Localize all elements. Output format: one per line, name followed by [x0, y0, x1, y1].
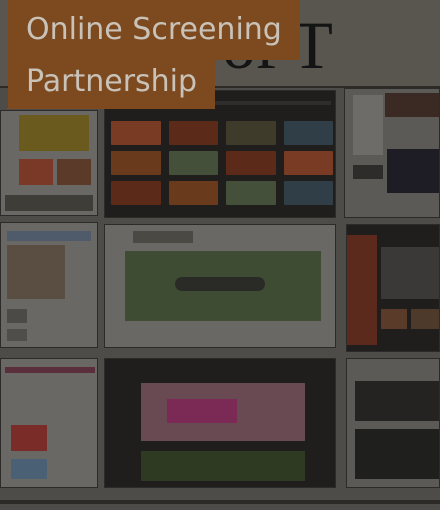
collage-tile-site-4 — [0, 222, 98, 348]
collage-tile-site-6 — [346, 224, 440, 352]
collage-tile-site-8 — [104, 358, 336, 488]
card-title-line-1[interactable]: Online Screening — [8, 0, 300, 60]
collage-tile-site-9 — [346, 358, 440, 488]
article-card[interactable]: of T — [0, 0, 440, 510]
collage-tile-site-1 — [0, 110, 98, 216]
collage-tile-site-7 — [0, 358, 98, 488]
collage-tile-video-site — [104, 90, 336, 218]
bottom-rule — [0, 500, 440, 504]
collage-tile-site-3 — [344, 88, 440, 218]
collage-tile-site-5 — [104, 224, 336, 348]
card-title-line-2[interactable]: Partnership — [8, 57, 216, 109]
